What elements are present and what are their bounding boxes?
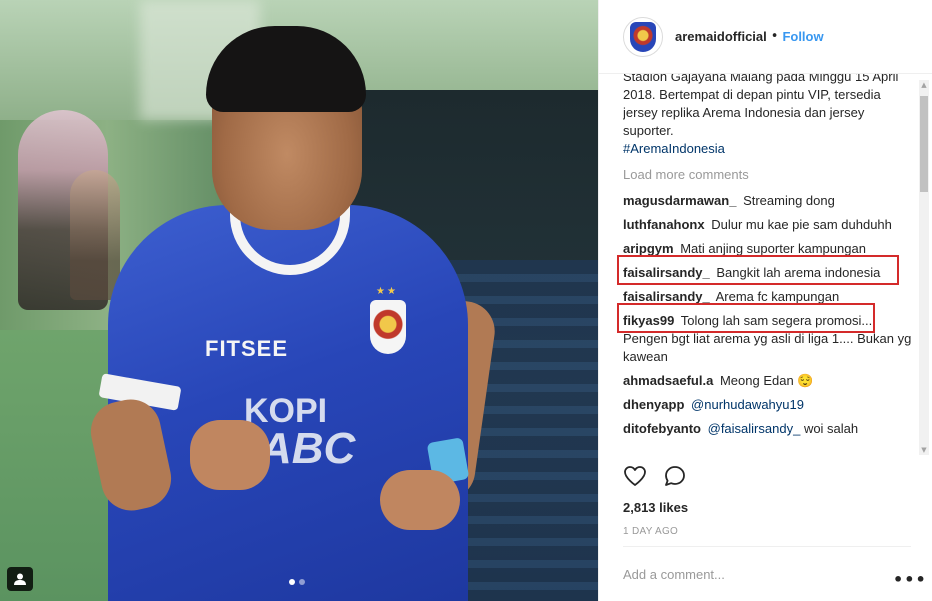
post-actions [623,464,687,488]
comment-item: luthfanahonx Dulur mu kae pie sam duhduh… [623,216,913,234]
comment-item: ahmadsaeful.a Meong Edan 😌 [623,372,913,390]
comment-item: magusdarmawan_ Streaming dong [623,192,913,210]
comment-text: Mati anjing suporter kampungan [680,241,866,256]
add-comment-bar [623,546,911,601]
header-separator: • [770,29,779,44]
comment-icon[interactable] [663,464,687,488]
scrollbar-thumb[interactable] [920,96,928,192]
arema-crest [370,300,406,354]
jersey-sponsor-fitsee: FITSEE [205,336,289,361]
player-left-hand [190,420,270,490]
comment-item: ditofebyanto @faisalirsandy_ woi salah [623,420,913,438]
person-icon [14,573,26,585]
hashtag-link[interactable]: #AremaIndonesia [623,141,725,156]
comment-username[interactable]: faisalirsandy_ [623,289,710,304]
load-more-comments-button[interactable]: Load more comments [623,166,913,184]
post-age[interactable]: 1 DAY AGO [623,526,678,537]
comments-scrollbar[interactable]: ▲ ▼ [919,80,929,455]
add-comment-input[interactable] [623,566,873,582]
background-spectator-child [70,170,120,300]
player-right-hand [380,470,460,530]
comment-username[interactable]: ahmadsaeful.a [623,373,713,388]
comment-username[interactable]: aripgym [623,241,674,256]
comment-text: Dulur mu kae pie sam duhduhh [711,217,892,232]
comment-username[interactable]: luthfanahonx [623,217,705,232]
comment-text: woi salah [803,421,859,436]
post-side-panel: aremaidofficial • Follow Stadion Gajayan… [598,0,932,601]
comment-text: Streaming dong [743,193,835,208]
jersey-stars: ★★ [376,286,398,297]
comment-item: dhenyapp @nurhudawahyu19 [623,396,913,414]
highlight-box-aripgym [617,255,899,285]
more-options-icon[interactable]: ••• [893,570,927,589]
jersey-sponsor-abc: ABC [260,424,356,473]
comment-username[interactable]: dhenyapp [623,397,684,412]
post-header: aremaidofficial • Follow [599,0,932,74]
comment-mention[interactable]: @nurhudawahyu19 [691,397,804,412]
caption-text: Stadion Gajayana Malang pada Minggu 15 A… [623,74,899,138]
scroll-down-arrow-icon[interactable]: ▼ [920,445,928,455]
heart-icon[interactable] [623,464,647,488]
comment-mention[interactable]: @faisalirsandy_ [708,421,801,436]
comment-text: Arema fc kampungan [715,289,840,304]
post-caption: Stadion Gajayana Malang pada Minggu 15 A… [623,74,913,158]
likes-count[interactable]: 2,813 likes [623,500,688,515]
post-photo[interactable]: FITSEE ★★ KOPI ABC [0,0,598,601]
carousel-dot[interactable] [299,579,305,585]
comment-username[interactable]: magusdarmawan_ [623,193,736,208]
scroll-up-arrow-icon[interactable]: ▲ [920,80,928,90]
username-link[interactable]: aremaidofficial [675,29,767,44]
comment-username[interactable]: ditofebyanto [623,421,701,436]
follow-button[interactable]: Follow [782,29,823,44]
highlight-box-faisalirsandy [617,303,875,333]
tagged-people-button[interactable] [7,567,33,591]
avatar[interactable] [623,16,663,57]
arema-logo-icon [630,21,656,52]
comment-text: Meong Edan 😌 [719,373,814,388]
carousel-indicator [289,579,305,585]
carousel-dot-active[interactable] [289,579,295,585]
